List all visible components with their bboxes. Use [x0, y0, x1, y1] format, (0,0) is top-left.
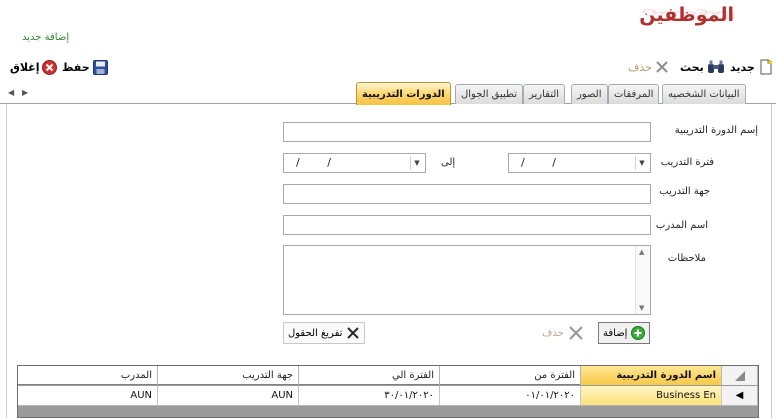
column-header-period-to[interactable]: الفترة الي — [299, 366, 440, 385]
search-button[interactable]: بحث — [680, 58, 725, 76]
training-period-label: فترة التدريب — [660, 157, 714, 168]
tab-scroll-right-icon[interactable]: ▶ — [22, 88, 28, 97]
scroll-down-icon[interactable]: ▼ — [639, 304, 644, 312]
cell-course-name[interactable]: Business En — [581, 386, 722, 405]
tab-training-courses[interactable]: الدورات التدريبية — [356, 82, 451, 105]
add-row-button[interactable]: إضافة — [598, 322, 651, 344]
add-row-label: إضافة — [603, 327, 628, 339]
column-header-period-from[interactable]: الفترة من — [440, 366, 581, 385]
period-from-date[interactable]: / / ▼ — [508, 153, 651, 173]
tab-personal-data[interactable]: البيانات الشخصيه — [662, 84, 746, 104]
add-new-link[interactable]: إضافة جديد — [22, 32, 69, 43]
x-icon — [347, 327, 360, 339]
table-row[interactable]: AUN AUN ٣٠/٠١/٢٠٢٠ ٠١/٠١/٢٠٢٠ Business E… — [18, 386, 758, 406]
notes-scrollbar[interactable]: ▲ ▼ — [635, 246, 650, 314]
training-entity-label: جهة التدريب — [659, 186, 710, 197]
cell-period-to[interactable]: ٣٠/٠١/٢٠٢٠ — [299, 386, 440, 405]
trainer-name-input[interactable] — [283, 215, 651, 235]
course-name-label: إسم الدورة التدريبية — [674, 125, 758, 136]
current-row-arrow-icon: ◀ — [735, 390, 744, 401]
training-entity-input[interactable] — [283, 184, 651, 204]
column-header-training-entity[interactable]: جهة التدريب — [158, 366, 299, 385]
trainer-name-label: اسم المدرب — [655, 220, 708, 231]
corner-triangle-icon — [734, 370, 745, 381]
course-name-input[interactable] — [283, 122, 651, 142]
period-to-date[interactable]: / / ▼ — [283, 153, 426, 173]
cell-training-entity[interactable]: AUN — [158, 386, 299, 405]
x-icon — [569, 326, 583, 340]
close-button[interactable]: إغلاق — [10, 58, 58, 76]
cell-period-from[interactable]: ٠١/٠١/٢٠٢٠ — [440, 386, 581, 405]
save-button[interactable]: حفظ — [62, 58, 108, 76]
binoculars-icon — [707, 60, 724, 73]
delete-row-label: حذف — [542, 327, 564, 339]
column-header-course-name[interactable]: اسم الدورة التدريبية — [581, 366, 722, 385]
chevron-down-icon[interactable]: ▼ — [410, 156, 423, 170]
clear-fields-button[interactable]: تفريغ الحقول — [283, 322, 366, 344]
grid-header: المدرب جهة التدريب الفترة الي الفترة من … — [18, 366, 758, 385]
delete-button[interactable]: حذف — [628, 58, 669, 76]
row-indicator[interactable]: ◀ — [722, 386, 758, 405]
scroll-up-icon[interactable]: ▲ — [639, 248, 644, 256]
cell-trainer[interactable]: AUN — [18, 386, 158, 405]
close-button-label: إغلاق — [10, 60, 40, 74]
page-title: الموظفين — [639, 4, 734, 26]
x-icon — [656, 61, 668, 73]
delete-button-label: حذف — [628, 60, 652, 74]
notes-label: ملاحظات — [667, 253, 706, 264]
training-courses-grid: المدرب جهة التدريب الفترة الي الفترة من … — [17, 365, 759, 418]
floppy-disk-icon — [92, 59, 108, 75]
chevron-down-icon[interactable]: ▼ — [635, 156, 648, 170]
search-button-label: بحث — [680, 60, 704, 74]
new-button-label: جديد — [730, 60, 755, 74]
close-circle-icon — [42, 59, 58, 75]
tab-photos[interactable]: الصور — [571, 84, 608, 104]
clear-fields-label: تفريغ الحقول — [288, 327, 343, 339]
tab-attachments[interactable]: المرفقات — [608, 84, 660, 104]
grid-corner-cell — [722, 366, 758, 385]
period-from-value: / / — [521, 156, 568, 169]
plus-circle-icon — [631, 326, 646, 340]
period-to-value: / / — [296, 156, 343, 169]
delete-row-button[interactable]: حذف — [537, 322, 589, 344]
notes-textarea[interactable]: ▲ ▼ — [283, 245, 651, 315]
new-button[interactable]: جديد — [730, 58, 774, 76]
tab-scroll-left-icon[interactable]: ◀ — [8, 88, 14, 97]
save-button-label: حفظ — [62, 60, 90, 74]
tab-mobile-app[interactable]: تطبيق الجوال — [455, 84, 524, 104]
column-header-trainer[interactable]: المدرب — [18, 366, 158, 385]
new-document-icon — [760, 59, 773, 75]
tab-reports[interactable]: التقارير — [523, 84, 566, 104]
to-label: إلى — [441, 157, 456, 168]
